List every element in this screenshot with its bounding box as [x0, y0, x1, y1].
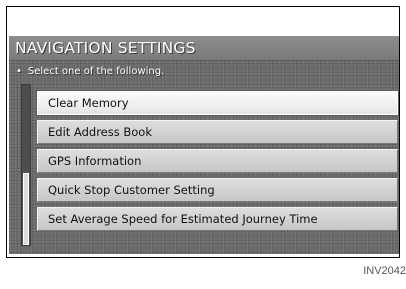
menu-item-edit-address-book[interactable]: Edit Address Book — [37, 120, 398, 144]
settings-menu: Clear Memory Edit Address Book GPS Infor… — [37, 91, 398, 236]
menu-item-clear-memory[interactable]: Clear Memory — [37, 91, 398, 115]
figure-code: INV2042 — [363, 265, 406, 277]
title-bar: NAVIGATION SETTINGS — [9, 36, 399, 61]
menu-item-gps-information[interactable]: GPS Information — [37, 149, 398, 173]
menu-item-quick-stop-customer-setting[interactable]: Quick Stop Customer Setting — [37, 178, 398, 202]
menu-item-label: GPS Information — [48, 154, 142, 168]
menu-item-label: Quick Stop Customer Setting — [48, 183, 215, 197]
menu-item-label: Set Average Speed for Estimated Journey … — [48, 212, 318, 226]
menu-item-label: Edit Address Book — [48, 125, 152, 139]
menu-item-label: Clear Memory — [48, 96, 129, 110]
screen-title: NAVIGATION SETTINGS — [15, 39, 196, 57]
bullet-icon: • — [16, 66, 22, 77]
menu-item-set-average-speed[interactable]: Set Average Speed for Estimated Journey … — [37, 207, 398, 231]
instruction-line: • Select one of the following. — [16, 66, 164, 77]
scrollbar-thumb[interactable] — [23, 173, 29, 245]
instruction-text: Select one of the following. — [27, 66, 165, 77]
scrollbar[interactable] — [21, 84, 31, 246]
